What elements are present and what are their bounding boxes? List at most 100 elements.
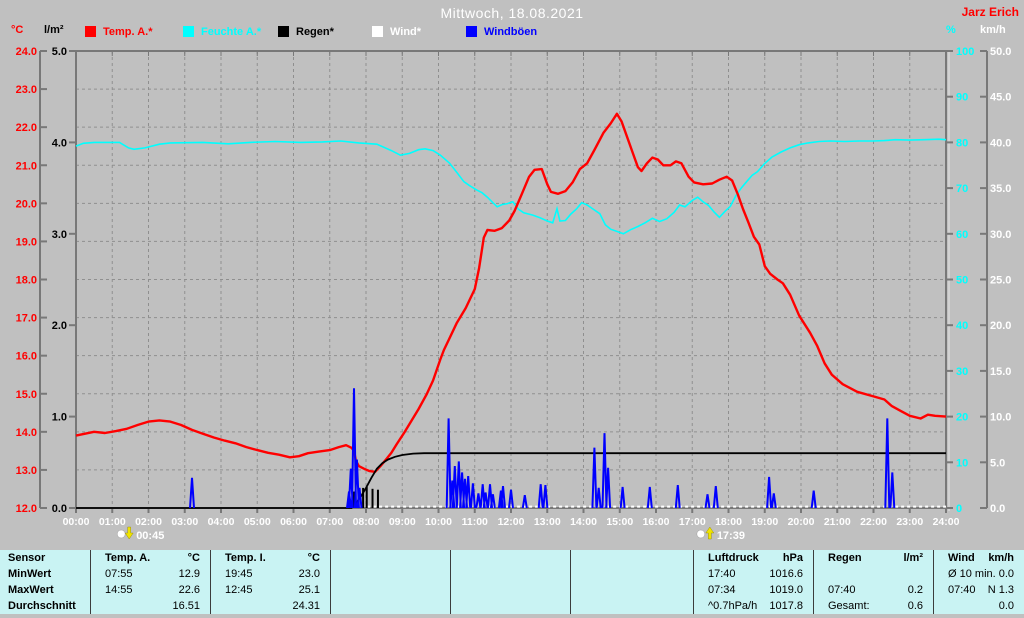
table-cell-value: 0.2 xyxy=(907,584,923,596)
temp-tick-label: 14.0 xyxy=(16,427,37,439)
time-tick-label: 15:00 xyxy=(606,516,633,528)
arrow-down-icon xyxy=(124,526,134,540)
time-tick-label: 05:00 xyxy=(244,516,271,528)
table-column-title xyxy=(571,550,585,566)
table-cell-time: 07:55 xyxy=(105,568,133,580)
humidity-tick-label: 0 xyxy=(956,503,962,515)
table-column-title: Temp. A. xyxy=(105,552,151,564)
table-row: 07:40 N 1.3 xyxy=(934,582,1024,598)
table-cell-value: 12.9 xyxy=(178,568,200,580)
table-column: Temp. I. °C 19:45 23.0 12:45 25.1 24.31 xyxy=(210,550,330,614)
moonrise-marker: 17:39 xyxy=(696,526,745,542)
table-row: 12:45 25.1 xyxy=(211,582,330,598)
table-column-title: Wind xyxy=(948,552,975,564)
time-tick-label: 14:00 xyxy=(570,516,597,528)
table-header-row: Regen l/m² xyxy=(814,550,933,566)
table-cell-time xyxy=(934,598,948,614)
time-tick-label: 09:00 xyxy=(389,516,416,528)
table-header-row xyxy=(571,550,693,566)
table-cell-text: Sensor xyxy=(8,552,46,564)
time-tick-label: 07:00 xyxy=(316,516,343,528)
time-tick-label: 10:00 xyxy=(425,516,452,528)
table-row xyxy=(331,598,450,614)
temp-tick-label: 24.0 xyxy=(16,46,37,58)
temp-tick-label: 18.0 xyxy=(16,275,37,287)
table-column-title xyxy=(451,550,465,566)
table-row: 07:40 0.2 xyxy=(814,582,933,598)
table-column-unit: °C xyxy=(307,552,320,564)
table-row: ^0.7hPa/h 1017.8 xyxy=(694,598,813,614)
table-cell-value xyxy=(923,566,933,582)
table-column-unit xyxy=(440,550,450,566)
time-tick-label: 04:00 xyxy=(208,516,235,528)
table-cell-time: ^0.7hPa/h xyxy=(708,600,758,612)
table-cell-time xyxy=(451,598,465,614)
wind-tick-label: 40.0 xyxy=(990,137,1011,149)
table-cell-value: 1017.8 xyxy=(769,600,803,612)
table-cell-time xyxy=(211,598,225,614)
table-cell-time xyxy=(814,566,828,582)
wind-tick-label: 25.0 xyxy=(990,275,1011,287)
table-cell-value xyxy=(560,566,570,582)
table-cell-value xyxy=(683,598,693,614)
table-cell-value xyxy=(683,566,693,582)
temp-tick-label: 21.0 xyxy=(16,160,37,172)
table-cell-time: Ø 10 min. xyxy=(948,568,996,580)
table-row: Ø 10 min. 0.0 xyxy=(934,566,1024,582)
table-column: Luftdruck hPa 17:40 1016.6 07:34 1019.0 ^0.7hP… xyxy=(693,550,813,614)
humidity-tick-label: 80 xyxy=(956,137,968,149)
table-row-label: MinWert xyxy=(0,566,90,582)
time-tick-label: 17:00 xyxy=(679,516,706,528)
table-row: 16.51 xyxy=(91,598,210,614)
wind-tick-label: 0.0 xyxy=(990,503,1005,515)
table-cell-text: MaxWert xyxy=(8,584,54,596)
table-column xyxy=(570,550,693,614)
table-row: 19:45 23.0 xyxy=(211,566,330,582)
table-cell-value: 25.1 xyxy=(298,584,320,596)
time-tick-label: 20:00 xyxy=(788,516,815,528)
time-tick-label: 03:00 xyxy=(171,516,198,528)
time-tick-label: 06:00 xyxy=(280,516,307,528)
humidity-tick-label: 90 xyxy=(956,92,968,104)
table-cell-value: 16.51 xyxy=(172,600,200,612)
moonset-marker: 00:45 xyxy=(116,526,164,542)
table-cell-value: 24.31 xyxy=(292,600,320,612)
table-cell-time: 12:45 xyxy=(225,584,253,596)
rain-tick-label: 5.0 xyxy=(52,46,67,58)
table-cell-value xyxy=(560,598,570,614)
table-column-title: Luftdruck xyxy=(708,552,759,564)
table-cell-value xyxy=(560,582,570,598)
time-tick-label: 18:00 xyxy=(715,516,742,528)
table-row xyxy=(331,566,450,582)
table-header-row: Wind km/h xyxy=(934,550,1024,566)
table-row: Gesamt: 0.6 xyxy=(814,598,933,614)
table-cell-value xyxy=(683,582,693,598)
table-row: 0.0 xyxy=(934,598,1024,614)
table-header-row xyxy=(331,550,450,566)
table-row xyxy=(571,566,693,582)
humidity-tick-label: 60 xyxy=(956,229,968,241)
wind-tick-label: 45.0 xyxy=(990,92,1011,104)
table-row: 14:55 22.6 xyxy=(91,582,210,598)
rain-tick-label: 4.0 xyxy=(52,137,67,149)
table-cell-time xyxy=(331,566,345,582)
table-cell-time xyxy=(91,598,105,614)
table-cell-time: Gesamt: xyxy=(828,600,870,612)
temp-tick-label: 16.0 xyxy=(16,351,37,363)
table-column xyxy=(330,550,450,614)
time-tick-label: 22:00 xyxy=(860,516,887,528)
table-cell-time xyxy=(331,582,345,598)
table-cell-time xyxy=(571,566,585,582)
temp-tick-label: 13.0 xyxy=(16,465,37,477)
table-row: 24.31 xyxy=(211,598,330,614)
wind-tick-label: 50.0 xyxy=(990,46,1011,58)
table-cell-value: 22.6 xyxy=(178,584,200,596)
table-column-unit: °C xyxy=(187,552,200,564)
table-row xyxy=(571,598,693,614)
marker-time-label: 00:45 xyxy=(136,530,164,542)
table-cell-time: 17:40 xyxy=(708,568,736,580)
table-row xyxy=(451,598,570,614)
time-tick-label: 12:00 xyxy=(498,516,525,528)
time-tick-label: 16:00 xyxy=(643,516,670,528)
temp-tick-label: 15.0 xyxy=(16,389,37,401)
